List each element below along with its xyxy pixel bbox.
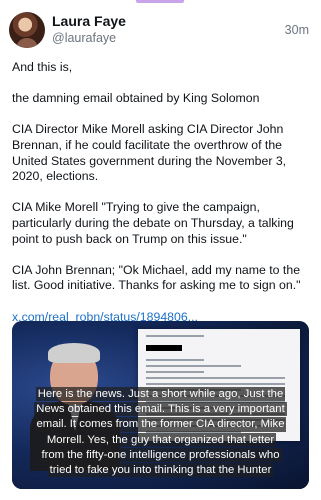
caption-line: email. It comes from the former CIA dire… (34, 417, 287, 432)
post-body: And this is, the damning email obtained … (12, 60, 312, 341)
caption-line: from the fifty-one intelligence professi… (39, 447, 282, 463)
caption-line: Morrell. Yes, the guy that organized tha… (44, 432, 277, 447)
author-handle[interactable]: @laurafaye (52, 31, 116, 45)
video-captions: Here is the news. Just a short while ago… (16, 387, 305, 478)
post-timestamp: 30m (284, 23, 309, 37)
post-paragraph: the damning email obtained by King Solom… (12, 91, 260, 106)
video-player[interactable]: Here is the news. Just a short while ago… (12, 321, 309, 489)
caption-line: News obtained this email. This is a very… (34, 402, 287, 417)
caption-line: Here is the news. Just a short while ago… (35, 387, 286, 402)
author-name[interactable]: Laura Faye (52, 13, 126, 29)
post: Laura Faye @laurafaye 30m And this is, t… (0, 0, 321, 500)
post-paragraph: CIA Mike Morell "Trying to give the camp… (12, 200, 294, 246)
post-paragraph: And this is, (12, 60, 73, 74)
post-paragraph: CIA John Brennan; "Ok Michael, add my na… (12, 262, 301, 293)
caption-line: tried to fake you into thinking that the… (47, 463, 274, 478)
avatar[interactable] (9, 12, 45, 48)
post-paragraph: CIA Director Mike Morell asking CIA Dire… (12, 122, 287, 184)
